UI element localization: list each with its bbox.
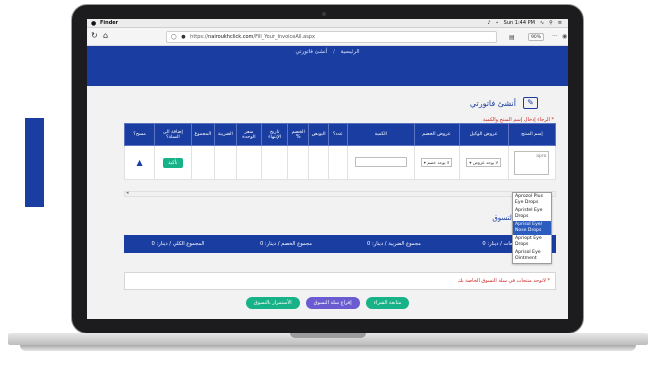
col-agent-offer: عروض الوكيل bbox=[458, 123, 509, 146]
breadcrumb-separator: / bbox=[332, 49, 335, 55]
delete-icon[interactable]: ▲ bbox=[136, 158, 142, 167]
shield-icon: ◯ bbox=[171, 34, 177, 40]
invoice-icon: ✎ bbox=[523, 97, 538, 109]
suggestion-item-selected[interactable]: Aprisol Eye/ Nose Drops bbox=[513, 221, 551, 235]
stage: ● Finder ♪ ⋆ Sun 1:44 PM ∿ ⚲ ≡ ↻ ⌂ ◯ ● h… bbox=[0, 0, 655, 368]
clock-text[interactable]: Sun 1:44 PM bbox=[504, 19, 535, 28]
menubar-status: ♪ ⋆ Sun 1:44 PM ∿ ⚲ ≡ bbox=[487, 19, 562, 28]
product-input[interactable]: apro bbox=[514, 150, 550, 175]
product-cell: apro bbox=[507, 145, 557, 180]
confirm-button[interactable]: تأكيد bbox=[163, 157, 183, 168]
col-unit-price: سعر الوحدة bbox=[235, 123, 263, 146]
page-title: أنشئ فاتورتي bbox=[469, 99, 516, 108]
url-bar[interactable]: ◯ ● https://nairoukhclick.com/Fill_Your_… bbox=[166, 31, 567, 43]
col-discount-offer: عروض الخصم bbox=[413, 123, 460, 146]
agent-offer-value: لا يوجد عروض bbox=[472, 160, 498, 165]
tax-cell bbox=[214, 145, 237, 180]
expiry-cell bbox=[261, 145, 288, 180]
agent-offer-cell: لا يوجد عروض ▾ bbox=[458, 145, 509, 180]
col-bonus: البونص bbox=[308, 123, 329, 146]
breadcrumb-current: أنشئ فاتورتي bbox=[295, 49, 328, 55]
menu-icon[interactable]: ≡ bbox=[558, 19, 562, 28]
discount-offer-select[interactable]: لا يوجد خصم ▾ bbox=[420, 158, 453, 167]
table-header-row: إسم المنتج عروض الوكيل عروض الخصم الكمية… bbox=[123, 123, 557, 146]
continue-shopping-button[interactable]: الأستمرار بالتسوق bbox=[245, 297, 300, 309]
more-icon[interactable]: ··· bbox=[552, 32, 558, 42]
apple-icon[interactable]: ● bbox=[91, 19, 96, 28]
quantity-input[interactable] bbox=[354, 156, 407, 167]
reload-icon[interactable]: ↻ bbox=[91, 30, 98, 42]
wifi-icon[interactable]: ∿ bbox=[540, 19, 544, 28]
suggestion-item[interactable]: Aprozol Plus Eye Drops bbox=[513, 193, 551, 207]
bonus-cell bbox=[308, 145, 329, 180]
count-cell bbox=[327, 145, 349, 180]
pocket-icon[interactable]: ◉ bbox=[562, 32, 567, 42]
col-count: عدد؟ bbox=[327, 123, 349, 146]
invoice-table: إسم المنتج عروض الوكيل عروض الخصم الكمية… bbox=[123, 123, 557, 180]
empty-cart-button[interactable]: إفراغ سلة التسوق bbox=[305, 297, 360, 309]
discount-offer-cell: لا يوجد خصم ▾ bbox=[413, 145, 460, 180]
suggestion-item[interactable]: Apristel Eye Drops bbox=[513, 207, 551, 221]
tax-total: مجموع الضريبة / دينار: 0 bbox=[367, 241, 421, 247]
volume-icon[interactable]: ♪ bbox=[487, 19, 490, 28]
total-cell bbox=[190, 145, 216, 180]
menubar-app-name[interactable]: Finder bbox=[100, 19, 118, 28]
add-to-cart-cell: تأكيد bbox=[154, 145, 192, 180]
col-quantity: الكمية bbox=[347, 123, 415, 146]
table-row: apro لا يوجد عروض ▾ لا يوجد خصم ▾ تأكيد … bbox=[123, 145, 557, 180]
breadcrumb: الرئيسية / أنشئ فاتورتي bbox=[87, 49, 568, 55]
browser-toolbar: ↻ ⌂ ◯ ● https://nairoukhclick.com/Fill_Y… bbox=[87, 28, 568, 46]
zoom-level[interactable]: 90% bbox=[528, 33, 545, 41]
table-scrollbar[interactable]: ◂ bbox=[124, 190, 556, 197]
reader-view-icon[interactable]: ▤ bbox=[509, 33, 515, 43]
action-buttons: متابعة الشراء إفراغ سلة التسوق الأستمرار… bbox=[87, 297, 568, 309]
suggestion-item[interactable]: Aprisol Eye Ointment bbox=[513, 249, 551, 263]
grand-total: المجموع الكلي / دينار: 0 bbox=[151, 241, 205, 247]
url-host: nairoukhclick.com bbox=[208, 34, 254, 40]
col-product: إسم المنتج bbox=[507, 123, 557, 146]
lock-icon: ● bbox=[181, 34, 186, 40]
suggestion-item[interactable]: Apriopt Eye Drops bbox=[513, 235, 551, 249]
discount-pct-cell bbox=[286, 145, 310, 180]
laptop-foot bbox=[20, 345, 636, 351]
product-suggestions: Aprozol Plus Eye Drops Apristel Eye Drop… bbox=[512, 192, 552, 264]
agent-offer-select[interactable]: لا يوجد عروض ▾ bbox=[466, 158, 501, 167]
url-path: /Fill_Your_InvoiceAll.aspx bbox=[253, 34, 315, 40]
camera bbox=[322, 12, 326, 16]
mac-menubar: ● Finder ♪ ⋆ Sun 1:44 PM ∿ ⚲ ≡ bbox=[87, 19, 568, 28]
col-delete: مسح؟ bbox=[123, 123, 156, 146]
laptop-screen: ● Finder ♪ ⋆ Sun 1:44 PM ∿ ⚲ ≡ ↻ ⌂ ◯ ● h… bbox=[87, 19, 568, 319]
col-discount-pct: الخصم % bbox=[286, 123, 310, 146]
col-expiry: تاريخ الإنتهاء bbox=[261, 123, 288, 146]
discount-total: مجموع الخصم / دينار: 0 bbox=[259, 241, 313, 247]
laptop-notch bbox=[290, 333, 366, 338]
discount-offer-value: لا يوجد خصم bbox=[427, 160, 450, 165]
scroll-left-icon[interactable]: ◂ bbox=[126, 190, 129, 196]
url-prefix: https:// bbox=[190, 34, 209, 40]
col-total: المجموع bbox=[190, 123, 216, 146]
col-tax: الضريبة bbox=[214, 123, 237, 146]
quantity-cell bbox=[347, 145, 415, 180]
side-decoration bbox=[25, 118, 44, 207]
delete-cell: ▲ bbox=[123, 145, 156, 180]
checkout-button[interactable]: متابعة الشراء bbox=[365, 297, 410, 309]
unit-price-cell bbox=[235, 145, 263, 180]
col-add-to-cart: إضافة الى السلة؟ bbox=[154, 123, 192, 146]
breadcrumb-home[interactable]: الرئيسية bbox=[341, 49, 360, 55]
totals-bar: المبيعات / دينار: 0 مجموع الضريبة / دينا… bbox=[124, 235, 556, 253]
bluetooth-icon[interactable]: ⋆ bbox=[496, 19, 499, 28]
empty-cart-notice: * لاتوجد منتجات في سلة التسوق الخاصة بك bbox=[124, 272, 556, 290]
search-icon[interactable]: ⚲ bbox=[549, 19, 553, 28]
home-icon[interactable]: ⌂ bbox=[103, 30, 108, 42]
